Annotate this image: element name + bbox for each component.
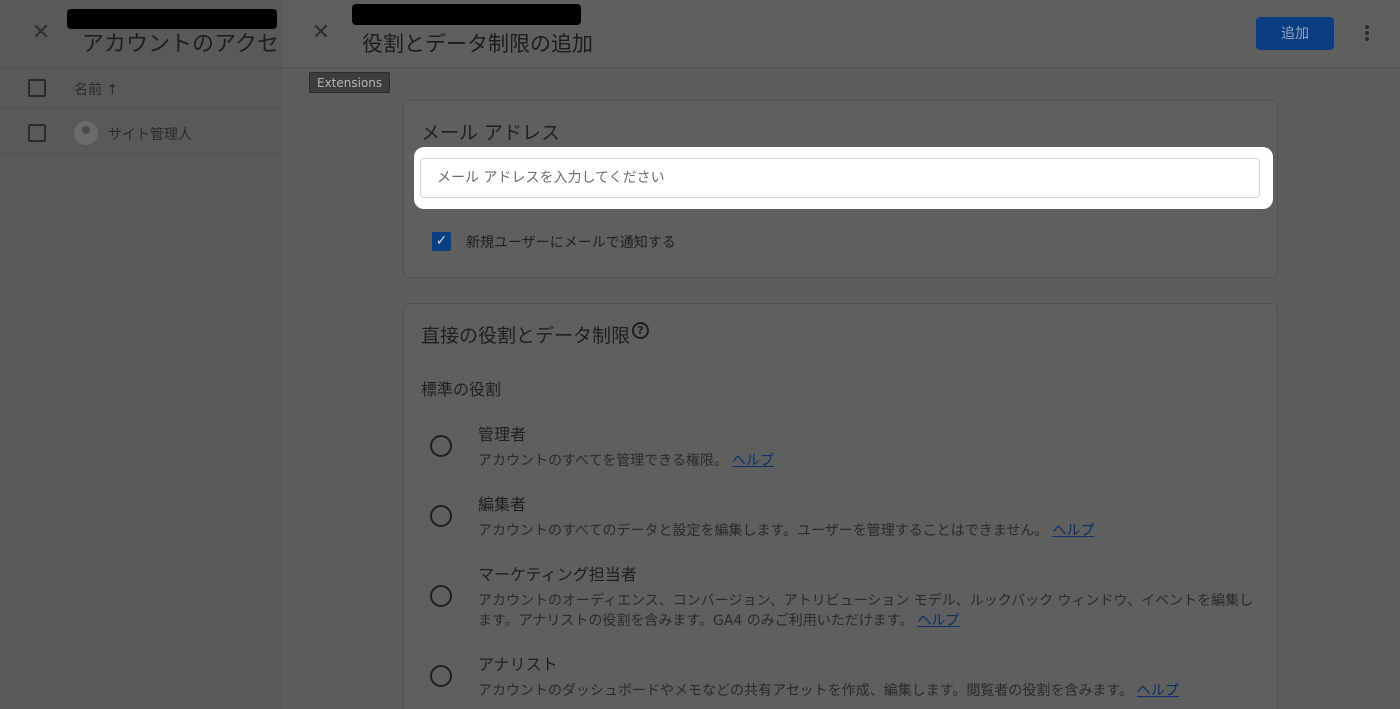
extensions-tooltip: Extensions: [309, 72, 391, 93]
role-radio[interactable]: [430, 585, 452, 607]
notify-checkbox[interactable]: ✓: [432, 232, 451, 251]
role-description: アカウントのすべてを管理できる権限。 ヘルプ: [478, 453, 774, 469]
role-help-link[interactable]: ヘルプ: [732, 453, 774, 469]
redacted-account-label: [352, 4, 581, 25]
account-access-header: ✕ アカウントのアクセ: [0, 0, 282, 68]
role-help-link[interactable]: ヘルプ: [1052, 523, 1094, 539]
role-description: アカウントのダッシュボードやメモなどの共有アセットを作成、編集します。閲覧者の役…: [478, 683, 1179, 699]
more-vert-icon[interactable]: [1360, 22, 1374, 44]
role-radio[interactable]: [430, 665, 452, 687]
add-button[interactable]: 追加: [1256, 17, 1334, 50]
standard-roles-label: 標準の役割: [421, 380, 502, 399]
add-roles-drawer: ✕ 役割とデータ制限の追加 追加 Extensions メール アドレス ✓ 新…: [282, 0, 1400, 709]
role-name: 管理者: [478, 425, 527, 444]
role-name: 編集者: [478, 495, 527, 514]
roles-section-heading: 直接の役割とデータ制限: [421, 325, 631, 347]
account-access-close-icon[interactable]: ✕: [30, 22, 52, 44]
row-checkbox[interactable]: [28, 124, 46, 142]
email-input-spotlight: [414, 147, 1273, 209]
role-radio[interactable]: [430, 435, 452, 457]
drawer-title: 役割とデータ制限の追加: [362, 32, 593, 56]
avatar: [74, 121, 98, 145]
help-circle-icon[interactable]: ?: [632, 322, 649, 339]
roles-card: 直接の役割とデータ制限 ? 標準の役割 管理者 アカウントのすべてを管理できる権…: [403, 303, 1278, 709]
name-column-header[interactable]: 名前 ↑: [74, 79, 118, 99]
email-input[interactable]: [420, 158, 1260, 198]
account-access-panel: ✕ アカウントのアクセ 名前 ↑ サイト管理人: [0, 0, 282, 709]
user-name: サイト管理人: [108, 127, 192, 143]
role-help-link[interactable]: ヘルプ: [1137, 683, 1179, 699]
role-description: アカウントのすべてのデータと設定を編集します。ユーザーを管理することはできません…: [478, 523, 1095, 539]
close-icon[interactable]: ✕: [310, 22, 332, 44]
account-access-title: アカウントのアクセ: [82, 32, 279, 57]
select-all-checkbox[interactable]: [28, 79, 46, 97]
user-table-header: 名前 ↑: [0, 68, 282, 109]
notify-label: 新規ユーザーにメールで通知する: [466, 235, 676, 251]
drawer-header: ✕ 役割とデータ制限の追加 追加: [282, 0, 1400, 68]
role-name: アナリスト: [478, 655, 558, 674]
email-section-heading: メール アドレス: [421, 122, 561, 144]
role-help-link[interactable]: ヘルプ: [917, 613, 959, 629]
role-radio[interactable]: [430, 505, 452, 527]
role-name: マーケティング担当者: [478, 565, 637, 584]
table-row[interactable]: サイト管理人: [0, 110, 282, 154]
role-description: アカウントのオーディエンス、コンバージョン、アトリビューション モデル、ルックバ…: [478, 593, 1254, 629]
